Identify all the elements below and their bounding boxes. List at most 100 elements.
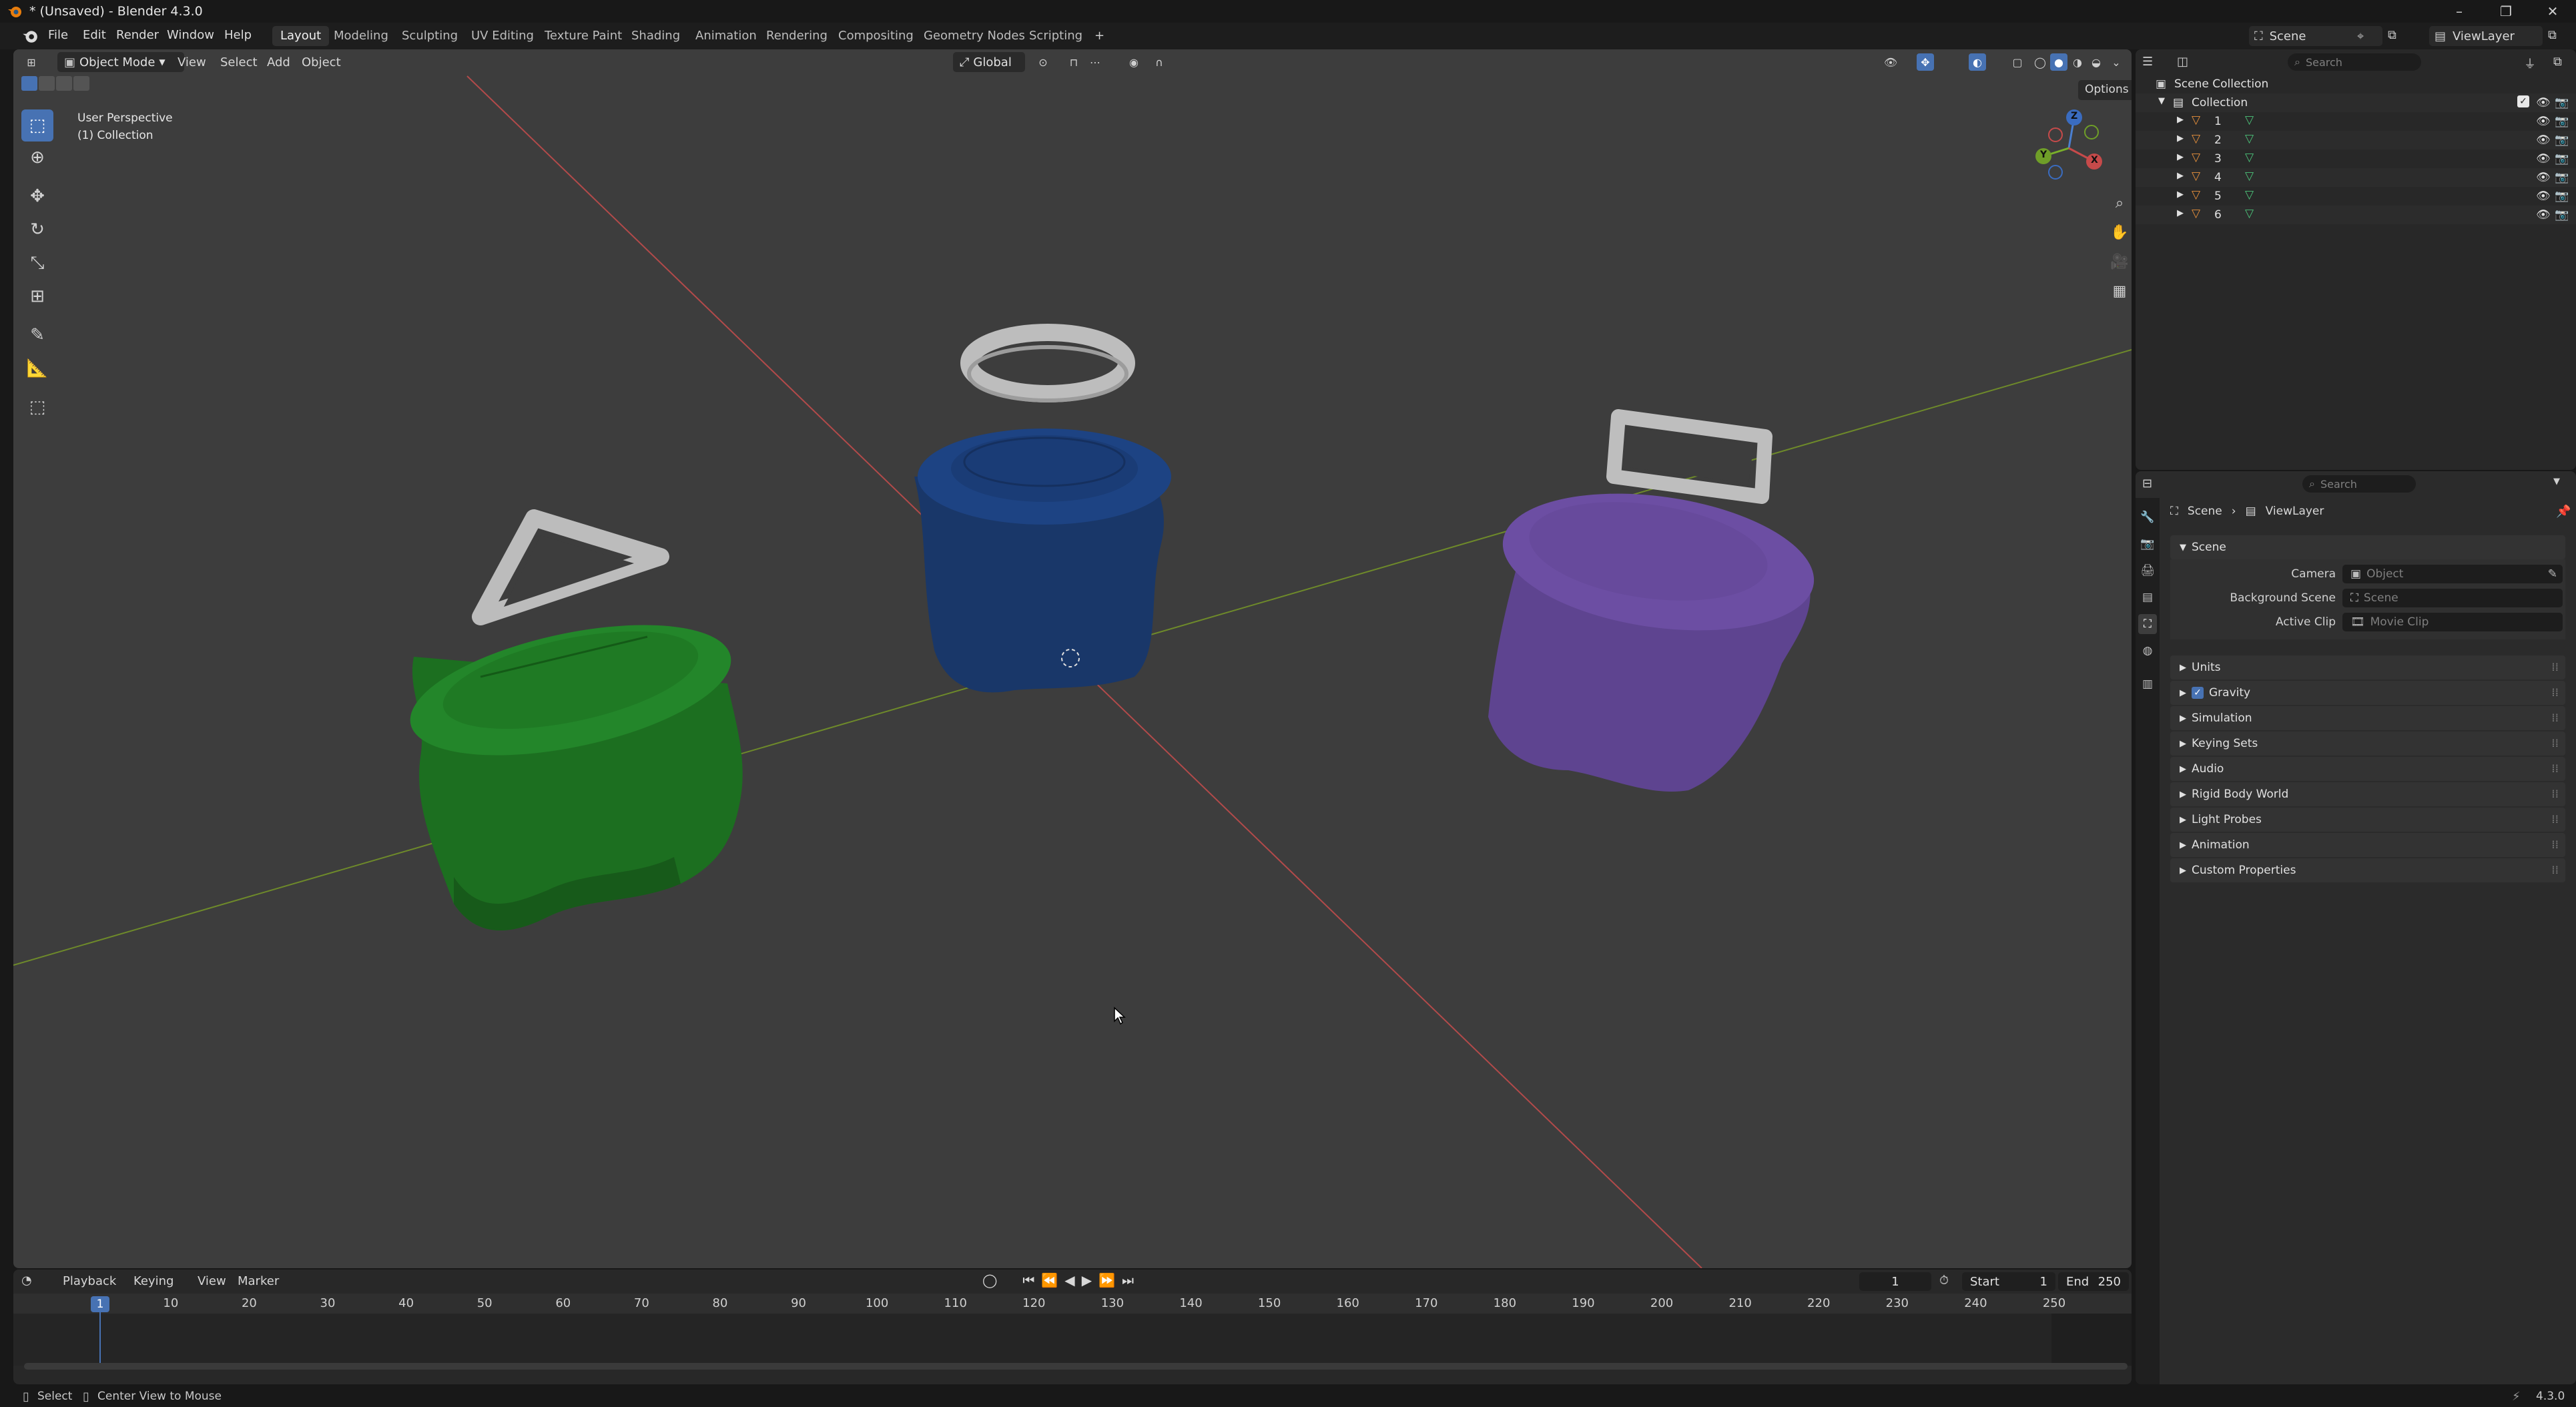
overlay-toggle-icon[interactable]: ◐ bbox=[1969, 53, 1986, 71]
camera-field[interactable]: ▣ Object ✎ bbox=[2342, 565, 2563, 583]
pin-icon[interactable]: ⌖ bbox=[2357, 29, 2364, 43]
panel-header[interactable]: ▶ ✓ Gravity ⁞⁞ bbox=[2170, 681, 2565, 705]
eye-icon[interactable]: 👁 bbox=[2536, 115, 2551, 128]
eye-icon[interactable]: 👁 bbox=[2536, 171, 2551, 184]
exclude-checkbox[interactable]: ✓ bbox=[2517, 95, 2529, 107]
tab-rendering[interactable]: Rendering bbox=[758, 26, 836, 46]
outliner-search-input[interactable]: ⌕ Search bbox=[2288, 53, 2421, 71]
snap-target-icon[interactable]: ⋯ bbox=[1086, 53, 1104, 71]
select-extend-icon[interactable] bbox=[39, 76, 55, 91]
drag-handle-icon[interactable]: ⁞⁞ bbox=[2551, 712, 2559, 725]
move-tool[interactable]: ✥ bbox=[21, 180, 53, 212]
minimize-button[interactable]: – bbox=[2436, 0, 2483, 23]
eyedropper-icon[interactable]: ✎ bbox=[2548, 567, 2557, 581]
tab-texture-paint[interactable]: Texture Paint bbox=[537, 26, 630, 46]
menu-help[interactable]: Help bbox=[224, 28, 252, 42]
camera-render-icon[interactable]: 📷 bbox=[2555, 133, 2569, 147]
scale-tool[interactable]: ⤡ bbox=[21, 247, 53, 279]
options-dropdown[interactable]: Options bbox=[2078, 80, 2132, 100]
eye-icon[interactable]: 👁 bbox=[2536, 152, 2551, 166]
playhead[interactable]: 1 bbox=[91, 1296, 109, 1312]
camera-render-icon[interactable]: 📷 bbox=[2555, 190, 2569, 203]
solid-shading-icon[interactable]: ● bbox=[2050, 53, 2067, 71]
add-cube-tool[interactable]: ⬚ bbox=[21, 391, 53, 423]
panel-header[interactable]: ▶ Light Probes ⁞⁞ bbox=[2170, 808, 2565, 832]
select-box-tool[interactable]: ⬚ bbox=[21, 109, 53, 142]
display-mode-icon[interactable]: ◫ bbox=[2177, 55, 2188, 69]
blender-menu-icon[interactable] bbox=[21, 28, 39, 44]
expand-icon[interactable]: ▶ bbox=[2177, 190, 2184, 200]
tab-shading[interactable]: Shading bbox=[623, 26, 688, 46]
new-collection-icon[interactable]: ⧉ bbox=[2553, 55, 2562, 69]
view-layer-tab-icon[interactable]: ▤ bbox=[2138, 587, 2157, 607]
camera-render-icon[interactable]: 📷 bbox=[2555, 171, 2569, 184]
scene-selector[interactable]: ⛶ Scene ⌖ bbox=[2249, 26, 2382, 46]
eye-icon[interactable]: 👁 bbox=[2536, 96, 2551, 109]
properties-editor-type-icon[interactable]: ⊟ bbox=[2142, 477, 2152, 491]
gizmo-toggle-icon[interactable]: ✥ bbox=[1917, 53, 1934, 71]
render-tab-icon[interactable]: 📷 bbox=[2138, 534, 2157, 554]
measure-tool[interactable]: 📐 bbox=[21, 352, 53, 384]
panel-header[interactable]: ▶ Animation ⁞⁞ bbox=[2170, 833, 2565, 857]
transform-tool[interactable]: ⊞ bbox=[21, 280, 53, 312]
new-view-layer-icon[interactable]: ⧉ bbox=[2548, 28, 2565, 44]
eye-icon[interactable]: 👁 bbox=[2536, 208, 2551, 222]
tab-uv-editing[interactable]: UV Editing bbox=[463, 26, 542, 46]
collapse-icon[interactable]: ▼ bbox=[2158, 96, 2165, 106]
tool-tab-icon[interactable]: 🔧 bbox=[2138, 507, 2157, 527]
expand-icon[interactable]: ▶ bbox=[2177, 152, 2184, 162]
scene-tab-icon[interactable]: ⛶ bbox=[2138, 614, 2157, 634]
drag-handle-icon[interactable]: ⁞⁞ bbox=[2551, 788, 2559, 801]
zoom-icon[interactable]: ⌕ bbox=[2106, 190, 2132, 216]
filter-icon[interactable]: ⏚ bbox=[2524, 55, 2536, 72]
drag-handle-icon[interactable]: ⁞⁞ bbox=[2551, 686, 2559, 699]
close-button[interactable]: ✕ bbox=[2529, 0, 2576, 23]
drag-handle-icon[interactable]: ⁞⁞ bbox=[2551, 661, 2559, 674]
pan-hand-icon[interactable]: ✋ bbox=[2106, 219, 2132, 246]
eye-icon[interactable]: 👁 bbox=[2536, 190, 2551, 203]
outliner-object-row[interactable]: ▶ ▽ 3 ▽ 👁 📷 bbox=[2136, 150, 2576, 168]
tab-sculpting[interactable]: Sculpting bbox=[394, 26, 466, 46]
drag-handle-icon[interactable]: ⁞⁞ bbox=[2551, 838, 2559, 852]
panel-header[interactable]: ▶ Units ⁞⁞ bbox=[2170, 655, 2565, 679]
camera-render-icon[interactable]: 📷 bbox=[2555, 96, 2569, 109]
menu-render[interactable]: Render bbox=[116, 28, 159, 42]
camera-render-icon[interactable]: 📷 bbox=[2555, 208, 2569, 222]
select-new-icon[interactable] bbox=[21, 76, 37, 91]
cursor-tool[interactable]: ⊕ bbox=[21, 142, 53, 174]
new-scene-icon[interactable]: ⧉ bbox=[2388, 28, 2405, 44]
gravity-checkbox[interactable]: ✓ bbox=[2192, 687, 2204, 699]
panel-header[interactable]: ▶ Simulation ⁞⁞ bbox=[2170, 706, 2565, 730]
panel-header[interactable]: ▶ Rigid Body World ⁞⁞ bbox=[2170, 782, 2565, 806]
timeline-scrollbar[interactable] bbox=[24, 1363, 2128, 1370]
tab-geometry-nodes[interactable]: Geometry Nodes bbox=[916, 26, 1033, 46]
outliner-row-scene-collection[interactable]: ▣ Scene Collection bbox=[2136, 75, 2576, 93]
rendered-shading-icon[interactable]: ◒ bbox=[2087, 53, 2105, 71]
annotate-tool[interactable]: ✎ bbox=[21, 319, 53, 351]
menu-select[interactable]: Select bbox=[220, 55, 258, 69]
mode-dropdown[interactable]: ▣ Object Mode ▼ bbox=[57, 52, 184, 72]
panel-header[interactable]: ▶ Audio ⁞⁞ bbox=[2170, 757, 2565, 781]
expand-icon[interactable]: ▶ bbox=[2177, 171, 2184, 181]
drag-handle-icon[interactable]: ⁞⁞ bbox=[2551, 813, 2559, 826]
proportional-edit-icon[interactable]: ◉ bbox=[1125, 53, 1143, 71]
panel-scene-header[interactable]: ▼ Scene bbox=[2170, 535, 2565, 559]
tab-animation[interactable]: Animation bbox=[687, 26, 765, 46]
outliner-object-row[interactable]: ▶ ▽ 6 ▽ 👁 📷 bbox=[2136, 206, 2576, 224]
output-tab-icon[interactable]: 🖨 bbox=[2138, 561, 2157, 581]
3d-viewport[interactable]: ⊞ ▣ Object Mode ▼ View Select Add Object… bbox=[13, 49, 2132, 1268]
camera-render-icon[interactable]: 📷 bbox=[2555, 115, 2569, 128]
camera-render-icon[interactable]: 📷 bbox=[2555, 152, 2569, 166]
maximize-button[interactable]: ❐ bbox=[2483, 0, 2529, 23]
properties-search-input[interactable]: ⌕ Search bbox=[2302, 475, 2416, 493]
outliner-object-row[interactable]: ▶ ▽ 2 ▽ 👁 📷 bbox=[2136, 131, 2576, 150]
panel-header[interactable]: ▶ Custom Properties ⁞⁞ bbox=[2170, 858, 2565, 882]
ortho-grid-icon[interactable]: ▦ bbox=[2106, 278, 2132, 304]
tab-modeling[interactable]: Modeling bbox=[326, 26, 396, 46]
pivot-icon[interactable]: ⊙ bbox=[1034, 53, 1052, 71]
menu-edit[interactable]: Edit bbox=[83, 28, 106, 42]
expand-icon[interactable]: ▶ bbox=[2177, 208, 2184, 218]
add-workspace-button[interactable]: + bbox=[1086, 26, 1112, 46]
shading-dropdown-icon[interactable]: ⌄ bbox=[2108, 53, 2125, 71]
falloff-icon[interactable]: ∩ bbox=[1151, 53, 1168, 71]
